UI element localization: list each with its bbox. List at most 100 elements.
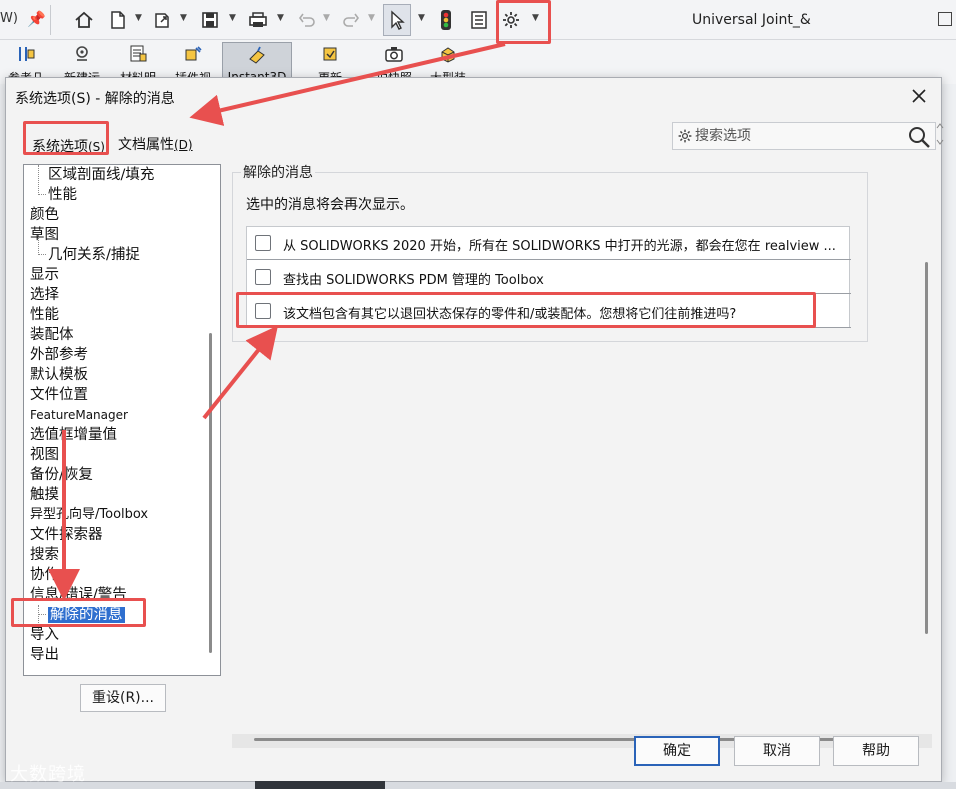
home-button[interactable] xyxy=(73,6,95,34)
tree-item-hole-wizard-toolbox[interactable]: 异型孔向导/Toolbox xyxy=(30,505,148,525)
save-button[interactable] xyxy=(199,6,221,34)
ribbon-add-in-view[interactable]: 插件视 xyxy=(168,42,218,85)
tree-item-touch[interactable]: 触摸 xyxy=(30,485,59,505)
search-input[interactable] xyxy=(693,126,893,146)
reset-button[interactable]: 重设(R)... xyxy=(80,684,166,712)
tree-item-collaboration[interactable]: 协作 xyxy=(30,565,59,585)
tree-scrollbar[interactable] xyxy=(209,333,212,653)
tree-item-display[interactable]: 显示 xyxy=(30,265,59,285)
tree-item-file-explorer[interactable]: 文件探索器 xyxy=(30,525,103,545)
app-title: Universal Joint_& xyxy=(692,12,811,28)
search-scroll-arrows[interactable] xyxy=(936,122,944,150)
ribbon-update[interactable]: 更新 xyxy=(310,42,350,85)
chevron-up-icon xyxy=(936,123,944,129)
window-restore-icon[interactable] xyxy=(938,12,952,26)
tree-item-default-templates[interactable]: 默认模板 xyxy=(30,365,88,385)
search-icon[interactable] xyxy=(907,125,931,149)
cancel-button[interactable]: 取消 xyxy=(734,736,820,766)
print-icon xyxy=(249,12,267,27)
bottom-strip xyxy=(0,782,956,789)
home-icon xyxy=(75,11,93,28)
toolbar-separator xyxy=(50,5,51,35)
gear-icon xyxy=(503,12,519,28)
list-item[interactable]: 从 SOLIDWORKS 2020 开始，所有在 SOLIDWORKS 中打开的… xyxy=(247,227,851,260)
open-folder-icon xyxy=(155,13,169,28)
ribbon-instant3d[interactable]: Instant3D xyxy=(222,42,292,84)
reference-geometry-icon xyxy=(19,47,35,61)
select-tool[interactable] xyxy=(386,6,408,34)
message-checkbox[interactable] xyxy=(255,269,271,285)
tree-item-performance[interactable]: 性能 xyxy=(30,305,59,325)
tree-item-external-references[interactable]: 外部参考 xyxy=(30,345,88,365)
tab-document-properties[interactable]: 文档属性(D) xyxy=(118,134,193,154)
bill-of-materials-icon xyxy=(130,45,147,62)
tree-item-search[interactable]: 搜索 xyxy=(30,545,59,565)
undo-button[interactable] xyxy=(296,6,318,34)
redo-button[interactable] xyxy=(340,6,362,34)
chevron-down-icon[interactable]: ▼ xyxy=(532,13,539,23)
content-vertical-scrollbar[interactable] xyxy=(925,262,928,634)
large-assembly-icon xyxy=(441,47,455,63)
ribbon-new-motion-study[interactable]: 新建运 xyxy=(58,42,106,85)
ok-button[interactable]: 确定 xyxy=(634,736,720,766)
update-icon xyxy=(323,47,337,61)
tree-item-featuremanager[interactable]: FeatureManager xyxy=(30,405,128,425)
redo-icon xyxy=(343,13,359,27)
chevron-down-icon[interactable]: ▼ xyxy=(418,13,425,23)
open-button[interactable] xyxy=(152,6,174,34)
tree-item-dismissed-messages[interactable]: 解除的消息 xyxy=(48,605,125,625)
file-properties-icon xyxy=(471,11,487,29)
ribbon-large-assembly[interactable]: 大型装 xyxy=(424,42,472,85)
options-tree[interactable]: 区域剖面线/填充 性能 颜色 草图 几何关系/捕捉 显示 选择 性能 装配体 外… xyxy=(23,164,221,676)
print-button[interactable] xyxy=(246,6,270,34)
add-in-icon xyxy=(185,46,202,61)
ribbon-reference-geometry[interactable]: 参考几 xyxy=(4,42,48,85)
tree-item-messages-errors-warnings[interactable]: 信息/错误/警告 xyxy=(30,585,127,605)
ribbon-take-snapshot[interactable]: 拍快照 xyxy=(370,42,418,85)
rebuild-button[interactable] xyxy=(436,6,456,34)
options-button[interactable] xyxy=(500,6,522,34)
tab-accelerator: (D) xyxy=(174,138,193,152)
tree-item-backup-recover[interactable]: 备份/恢复 xyxy=(30,465,93,485)
camera-icon xyxy=(385,47,403,62)
file-properties-button[interactable] xyxy=(468,6,490,34)
tree-item-sketch[interactable]: 草图 xyxy=(30,225,59,245)
tree-item-file-locations[interactable]: 文件位置 xyxy=(30,385,88,405)
chevron-down-icon[interactable]: ▼ xyxy=(180,13,187,23)
tree-item-view[interactable]: 视图 xyxy=(30,445,59,465)
chevron-down-icon xyxy=(936,139,944,145)
pin-icon[interactable]: 📌 xyxy=(27,10,46,28)
new-document-button[interactable] xyxy=(107,6,129,34)
chevron-down-icon[interactable]: ▼ xyxy=(368,13,375,23)
help-button[interactable]: 帮助 xyxy=(833,736,919,766)
chevron-down-icon[interactable]: ▼ xyxy=(277,13,284,23)
group-description: 选中的消息将会再次显示。 xyxy=(246,197,414,213)
tree-connector xyxy=(38,614,46,615)
tab-system-options[interactable]: 系统选项(S) xyxy=(30,134,107,158)
chevron-down-icon[interactable]: ▼ xyxy=(135,13,142,23)
list-item[interactable]: 查找由 SOLIDWORKS PDM 管理的 Toolbox xyxy=(247,261,851,294)
tree-item-colors[interactable]: 颜色 xyxy=(30,205,59,225)
message-checkbox[interactable] xyxy=(255,235,271,251)
tree-item-selection[interactable]: 选择 xyxy=(30,285,59,305)
tab-label: 文档属性 xyxy=(118,137,174,153)
tree-item-performance-sub[interactable]: 性能 xyxy=(48,185,77,205)
tree-item-export[interactable]: 导出 xyxy=(30,645,59,665)
content-panel: 解除的消息 选中的消息将会再次显示。 从 SOLIDWORKS 2020 开始，… xyxy=(232,162,932,748)
tree-item-assemblies[interactable]: 装配体 xyxy=(30,325,74,345)
tree-item-import[interactable]: 导入 xyxy=(30,625,59,645)
ribbon-bill-of-materials[interactable]: 材料明 xyxy=(114,42,162,85)
toolbar-fragment: W) xyxy=(0,11,18,26)
close-button[interactable] xyxy=(907,84,931,108)
tree-item-spin-box-increments[interactable]: 选值框增量值 xyxy=(30,425,117,445)
content-horizontal-scroll-track xyxy=(232,734,932,748)
chevron-down-icon[interactable]: ▼ xyxy=(323,13,330,23)
chevron-down-icon[interactable]: ▼ xyxy=(229,13,236,23)
dialog-title: 系统选项(S) - 解除的消息 xyxy=(15,91,175,107)
list-item[interactable]: 该文档包含有其它以退回状态保存的零件和/或装配体。您想将它们往前推进吗? xyxy=(247,295,851,328)
model-preview xyxy=(255,781,385,789)
tree-item-relations-snaps[interactable]: 几何关系/捕捉 xyxy=(48,245,140,265)
message-checkbox[interactable] xyxy=(255,303,271,319)
tree-item-area-hatch[interactable]: 区域剖面线/填充 xyxy=(48,165,154,185)
message-text: 该文档包含有其它以退回状态保存的零件和/或装配体。您想将它们往前推进吗? xyxy=(283,307,737,322)
